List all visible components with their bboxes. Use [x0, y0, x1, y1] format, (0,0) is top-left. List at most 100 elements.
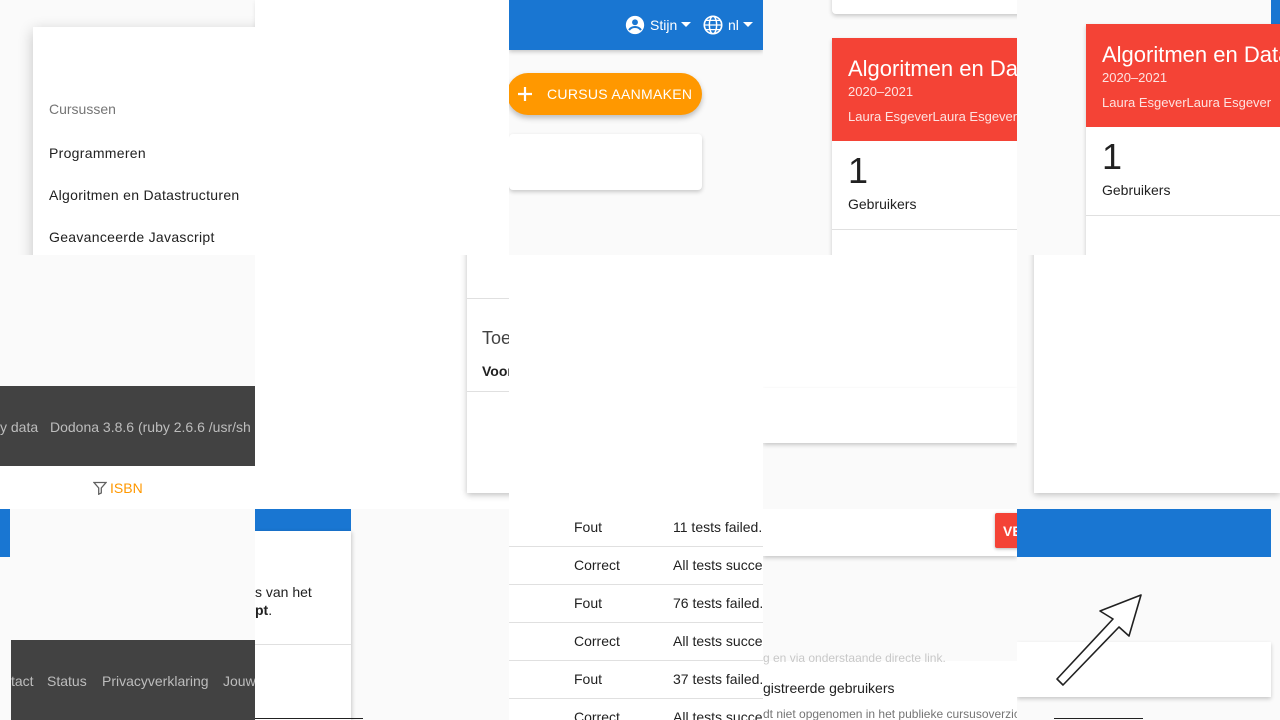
users-count: 1: [1102, 136, 1123, 177]
submission-status: Correct: [574, 633, 620, 649]
course-teachers: Laura EsgeverLaura Esgever: [1102, 95, 1272, 110]
footer-link-jouw[interactable]: Jouw: [223, 673, 255, 689]
tile-arrow: [1017, 509, 1280, 720]
submission-status: Correct: [574, 709, 620, 720]
users-label: Gebruikers: [848, 196, 917, 212]
tile-navbar: [255, 0, 510, 255]
section-divider-top: [467, 298, 509, 299]
top-navbar: Stijn nl: [509, 0, 763, 50]
register-button[interactable]: VE: [995, 513, 1017, 548]
tile-submissions: Fout 11 tests failed. Correct All tests …: [509, 509, 763, 720]
tile-text-snippet: s van het pt.: [255, 509, 509, 720]
tile-course-card-2: Algoritmen en Datastructuren 2020–2021 L…: [1017, 0, 1280, 255]
footer-bar: tact Status Privacyverklaring Jouw: [11, 640, 255, 720]
course-year: 2020–2021: [848, 84, 914, 99]
table-row[interactable]: Fout 37 tests failed.: [509, 661, 763, 699]
filter-bar: ISBN: [0, 466, 255, 510]
footer-version: Dodona 3.8.6 (ruby 2.6.6 /usr/sh: [50, 419, 251, 435]
footer-link-privacy[interactable]: Privacyverklaring: [102, 673, 209, 689]
submission-summary: All tests succee: [673, 557, 763, 573]
tile-footer-filter: y data Dodona 3.8.6 (ruby 2.6.6 /usr/sh …: [0, 255, 255, 510]
users-count: 1: [848, 150, 869, 191]
tile-course-card-1: Algoritmen en Datastructuren 2020–2021 L…: [763, 0, 1017, 255]
table-row[interactable]: Fout 11 tests failed.: [509, 509, 763, 547]
filter-icon: [93, 481, 107, 495]
section-divider-bottom: [467, 391, 509, 392]
submission-summary: All tests succee: [673, 709, 763, 720]
search-card: [509, 134, 702, 190]
registered-users-note: dt niet opgenomen in het publieke cursus…: [763, 707, 1017, 720]
register-button-label: VE: [1003, 522, 1017, 539]
create-course-label: CURSUS AANMAKEN: [547, 86, 693, 102]
tile-text-footer: tact Status Privacyverklaring Jouw: [0, 509, 255, 720]
submission-status: Fout: [574, 595, 603, 611]
course-dropdown-menu: Cursussen Programmeren Algoritmen en Dat…: [33, 27, 255, 255]
table-row[interactable]: Correct All tests succee: [509, 547, 763, 585]
isbn-filter[interactable]: ISBN: [93, 480, 143, 496]
dropdown-item-algoritmen[interactable]: Algoritmen en Datastructuren: [49, 187, 245, 203]
course-title: Algoritmen en Datastructuren: [1102, 42, 1280, 67]
snippet-bold: pt: [255, 602, 269, 618]
panel-bar: [763, 388, 1017, 443]
isbn-label: ISBN: [110, 480, 143, 496]
table-row[interactable]: Fout 76 tests failed.: [509, 585, 763, 623]
table-row[interactable]: Correct All tests succee: [509, 699, 763, 720]
submission-status: Correct: [574, 557, 620, 573]
caret-down-icon: [681, 22, 692, 28]
snippet-divider: [255, 644, 351, 645]
tile-white-card: [1017, 255, 1280, 510]
blue-strip: [0, 509, 10, 557]
submission-summary: 11 tests failed.: [673, 519, 763, 535]
globe-icon: [702, 14, 724, 36]
tile-blank: [509, 255, 763, 510]
section-bold-text: Voor: [482, 363, 509, 379]
course-card-header: Algoritmen en Datastructuren 2020–2021 L…: [832, 38, 1017, 141]
snippet-card: s van het pt.: [255, 531, 351, 720]
snippet-line-1: s van het: [255, 584, 312, 600]
submission-summary: All tests succee: [673, 633, 763, 649]
tile-navbar-right: Stijn nl CURSUS AANMAKEN: [509, 0, 763, 255]
users-label: Gebruikers: [1102, 182, 1171, 198]
snippet-line-2: pt.: [255, 602, 273, 618]
submission-summary: 37 tests failed.: [673, 671, 763, 687]
section-card: Toe Voor: [467, 255, 509, 493]
table-row[interactable]: Correct All tests succee: [509, 623, 763, 661]
dropdown-item-programmeren[interactable]: Programmeren: [49, 145, 146, 161]
card-divider: [832, 229, 1017, 230]
course-teachers: Laura EsgeverLaura Esgever: [848, 109, 1017, 124]
footer-link-contact[interactable]: tact: [11, 673, 34, 689]
panel-top: [763, 255, 1017, 388]
course-year: 2020–2021: [1102, 70, 1168, 85]
submission-status: Fout: [574, 519, 603, 535]
submission-summary: 76 tests failed.: [673, 595, 763, 611]
course-title: Algoritmen en Datastructuren: [848, 56, 1017, 81]
language-code: nl: [728, 17, 739, 33]
white-card: [1034, 255, 1280, 493]
settings-topbar: VE: [763, 509, 1017, 556]
footer-bar: y data Dodona 3.8.6 (ruby 2.6.6 /usr/sh: [0, 386, 255, 466]
settings-panel: g en via onderstaande directe link. gist…: [763, 651, 1017, 720]
course-card-header: Algoritmen en Datastructuren 2020–2021 L…: [1086, 24, 1280, 127]
language-menu[interactable]: nl: [702, 14, 753, 36]
footer-link-status[interactable]: Status: [47, 673, 87, 689]
tile-section-fragment: Toe Voor: [255, 255, 509, 510]
course-card[interactable]: Algoritmen en Datastructuren 2020–2021 L…: [832, 38, 1017, 255]
footer-data-link[interactable]: y data: [0, 419, 38, 435]
tile-white-panel: [763, 255, 1017, 510]
caret-down-icon: [742, 22, 753, 28]
create-course-button[interactable]: CURSUS AANMAKEN: [509, 73, 702, 115]
card-divider: [1086, 215, 1280, 216]
section-heading: Toe: [482, 328, 509, 348]
registered-users-option[interactable]: gistreerde gebruikers: [763, 680, 895, 696]
snippet-bottom-line: [255, 718, 363, 719]
dropdown-header: Cursussen: [49, 101, 116, 117]
card-top-stub: [832, 0, 1017, 14]
user-name: Stijn: [650, 17, 678, 33]
tile-settings: VE g en via onderstaande directe link. g…: [763, 509, 1017, 720]
user-menu[interactable]: Stijn: [624, 14, 692, 36]
plus-icon: [517, 86, 533, 102]
account-circle-icon: [624, 14, 646, 36]
dropdown-item-javascript[interactable]: Geavanceerde Javascript: [49, 229, 215, 245]
snippet-blue-bar: [255, 509, 351, 531]
course-card[interactable]: Algoritmen en Datastructuren 2020–2021 L…: [1086, 24, 1280, 255]
